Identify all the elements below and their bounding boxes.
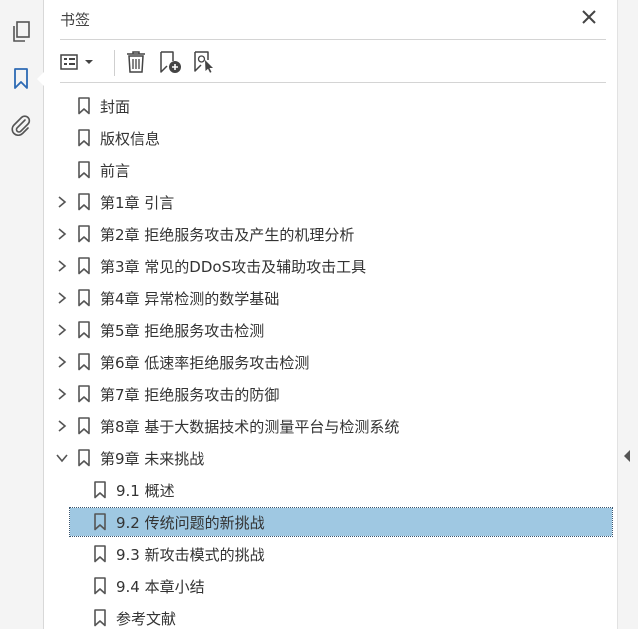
chevron-right-icon[interactable] [54, 386, 70, 402]
collapsed-right-pane [617, 0, 638, 629]
bookmarks-panel: 书签 封面 版权信息 前言 第1章 引言 第2章 拒绝服务攻击及产生的机理分析 … [44, 0, 618, 629]
bookmark-subitem[interactable]: 参考文献 [70, 604, 176, 632]
bookmark-label: 封面 [100, 97, 131, 116]
bookmark-icon [76, 385, 92, 403]
bookmark-icon [76, 321, 92, 339]
bookmark-item[interactable]: 第7章 拒绝服务攻击的防御 [54, 380, 279, 408]
bookmark-label: 9.3 新攻击模式的挑战 [116, 545, 265, 564]
bookmark-subitem[interactable]: 9.2 传统问题的新挑战 [69, 507, 613, 537]
bookmark-from-selection-icon [194, 51, 213, 73]
new-bookmark-button[interactable] [156, 48, 186, 76]
expand-pane-icon[interactable] [623, 448, 631, 467]
bookmark-label: 第4章 异常检测的数学基础 [100, 289, 280, 308]
bookmark-icon [76, 353, 92, 371]
bookmark-icon [92, 513, 108, 531]
bookmark-icon [76, 193, 92, 211]
bookmark-icon [76, 257, 92, 275]
options-menu-icon [60, 54, 93, 70]
attachment-icon[interactable] [6, 110, 36, 140]
navigation-rail [0, 0, 44, 629]
bookmark-subitem[interactable]: 9.4 本章小结 [70, 572, 205, 600]
options-menu-button[interactable] [58, 48, 96, 76]
bookmark-label: 参考文献 [116, 609, 177, 628]
panel-title: 书签 [60, 11, 91, 29]
bookmark-icon [92, 609, 108, 627]
chevron-right-icon[interactable] [54, 290, 70, 306]
pages-icon[interactable] [6, 17, 36, 47]
bookmark-label: 9.2 传统问题的新挑战 [116, 513, 265, 532]
delete-icon [127, 51, 145, 73]
bookmark-icon [76, 225, 92, 243]
bookmark-label: 前言 [100, 161, 131, 180]
bookmark-from-selection-button[interactable] [190, 48, 220, 76]
bookmark-icon [92, 577, 108, 595]
bookmark-label: 第8章 基于大数据技术的测量平台与检测系统 [100, 417, 400, 436]
bookmark-icon [76, 449, 92, 467]
bookmark-item[interactable]: 版权信息 [54, 124, 160, 152]
bookmark-label: 第7章 拒绝服务攻击的防御 [100, 385, 280, 404]
bookmark-item[interactable]: 第5章 拒绝服务攻击检测 [54, 316, 264, 344]
bookmark-icon [76, 129, 92, 147]
bookmark-item[interactable]: 封面 [54, 92, 130, 120]
new-bookmark-icon [160, 51, 181, 73]
chevron-right-icon[interactable] [54, 226, 70, 242]
bookmark-label: 第2章 拒绝服务攻击及产生的机理分析 [100, 225, 355, 244]
bookmark-item[interactable]: 第8章 基于大数据技术的测量平台与检测系统 [54, 412, 399, 440]
bookmark-icon [76, 417, 92, 435]
bookmark-item[interactable]: 第1章 引言 [54, 188, 174, 216]
bookmark-icon[interactable] [6, 64, 44, 94]
bookmark-label: 第9章 未来挑战 [100, 449, 205, 468]
bookmark-item[interactable]: 第9章 未来挑战 [54, 444, 204, 472]
bookmark-label: 9.4 本章小结 [116, 577, 205, 596]
bookmark-label: 第3章 常见的DDoS攻击及辅助攻击工具 [100, 257, 367, 276]
bookmark-item[interactable]: 第4章 异常检测的数学基础 [54, 284, 279, 312]
chevron-right-icon[interactable] [54, 194, 70, 210]
bookmark-icon [76, 97, 92, 115]
bookmark-label: 版权信息 [100, 129, 161, 148]
bookmark-icon [76, 161, 92, 179]
bookmark-item[interactable]: 第2章 拒绝服务攻击及产生的机理分析 [54, 220, 354, 248]
divider [60, 82, 606, 83]
chevron-right-icon[interactable] [54, 322, 70, 338]
bookmark-icon [76, 289, 92, 307]
bookmark-subitem[interactable]: 9.1 概述 [70, 476, 175, 504]
bookmark-label: 第1章 引言 [100, 193, 175, 212]
close-icon[interactable] [580, 8, 598, 26]
bookmarks-toolbar [58, 46, 606, 78]
delete-button[interactable] [122, 48, 150, 76]
chevron-down-icon[interactable] [54, 450, 70, 466]
divider [60, 39, 606, 40]
bookmark-icon [92, 481, 108, 499]
bookmark-item[interactable]: 第6章 低速率拒绝服务攻击检测 [54, 348, 309, 376]
chevron-right-icon[interactable] [54, 258, 70, 274]
bookmark-item[interactable]: 第3章 常见的DDoS攻击及辅助攻击工具 [54, 252, 366, 280]
bookmark-icon [92, 545, 108, 563]
bookmark-label: 第5章 拒绝服务攻击检测 [100, 321, 265, 340]
bookmark-subitem[interactable]: 9.3 新攻击模式的挑战 [70, 540, 265, 568]
chevron-right-icon[interactable] [54, 354, 70, 370]
bookmark-label: 第6章 低速率拒绝服务攻击检测 [100, 353, 310, 372]
bookmark-label: 9.1 概述 [116, 481, 175, 500]
chevron-right-icon[interactable] [54, 418, 70, 434]
toolbar-divider [114, 50, 115, 76]
bookmark-item[interactable]: 前言 [54, 156, 130, 184]
